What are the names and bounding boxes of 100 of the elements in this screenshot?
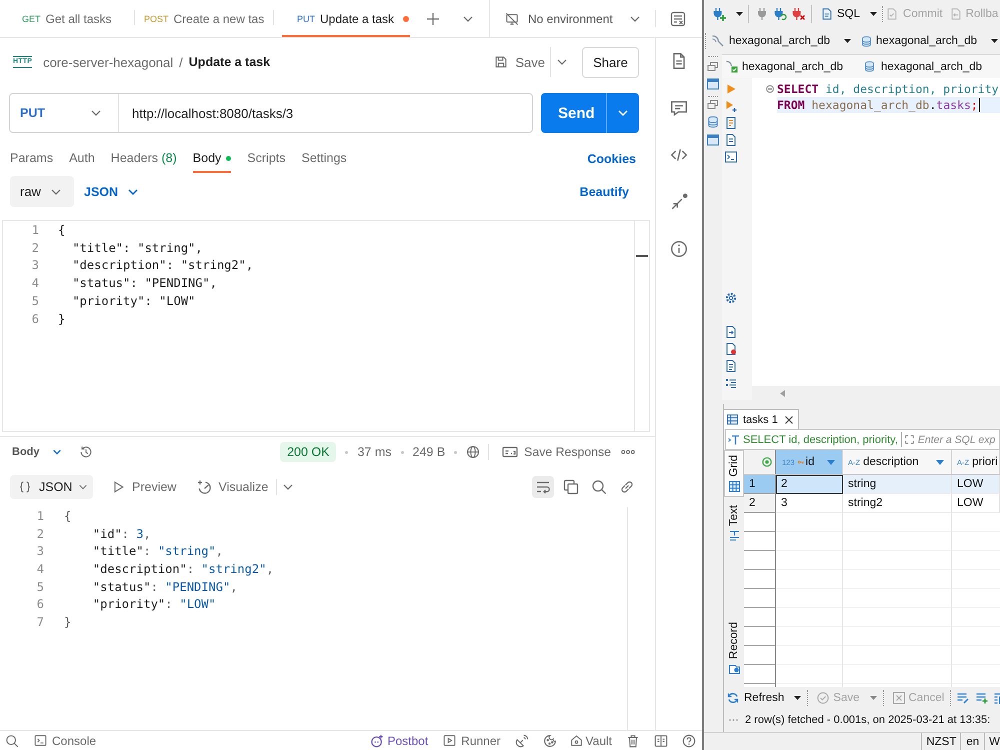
code-editor[interactable]: 1 { 2 "title": "string", 3 "description": "string2", 4 "status": "PENDING", 5 "priority": "LOW" 6 }	[2, 220, 650, 432]
window-icon[interactable]	[707, 78, 719, 90]
terminal-icon[interactable]	[725, 151, 737, 163]
braces-icon	[18, 480, 32, 494]
save-button[interactable]: Save	[494, 54, 545, 70]
save-response-button[interactable]: Save Response	[502, 444, 611, 460]
view-tab[interactable]: Text	[724, 500, 744, 546]
share-button[interactable]: Share	[582, 46, 639, 78]
table-cell: string	[843, 475, 952, 494]
history-icon[interactable]	[78, 445, 92, 459]
link-icon[interactable]	[619, 479, 635, 495]
code-line: "description": "string2",	[71, 258, 254, 272]
environment-dropdown[interactable]: No environment	[505, 12, 641, 26]
code-line: "title": "string",	[92, 544, 223, 558]
restore-icon[interactable]	[707, 99, 719, 111]
sort-caret-icon[interactable]	[936, 460, 944, 464]
line-number: 1	[30, 222, 39, 237]
database-tab[interactable]: hexagonal_arch_db	[864, 60, 982, 72]
send-button[interactable]: Send	[541, 93, 639, 133]
more-icon[interactable]	[621, 449, 635, 455]
database-icon[interactable]	[707, 116, 719, 128]
caret-icon[interactable]	[736, 12, 743, 16]
database-dropdown[interactable]: hexagonal_arch_db	[861, 35, 998, 47]
row-add-icon[interactable]	[976, 692, 988, 704]
search-icon[interactable]	[5, 734, 19, 748]
line-number: 7	[36, 614, 44, 629]
refresh-icon	[727, 692, 739, 704]
vault-button[interactable]: Vault	[570, 734, 612, 748]
close-icon[interactable]	[784, 416, 793, 424]
copy-icon[interactable]	[563, 479, 579, 495]
console-button[interactable]: Console	[34, 734, 96, 748]
row-number[interactable]: 1	[744, 475, 776, 494]
request-tab[interactable]: POST Create a new tas	[134, 0, 273, 37]
row-edit-icon[interactable]	[957, 692, 970, 704]
connection-tab[interactable]: hexagonal_arch_db	[725, 60, 844, 73]
collection-link[interactable]: core-server-hexagonal	[43, 54, 174, 70]
beautify-link[interactable]: Beautify	[580, 184, 629, 198]
gear-icon[interactable]	[725, 292, 737, 304]
window-icon[interactable]	[707, 134, 719, 146]
refresh-button[interactable]: Refresh	[727, 692, 784, 704]
response-section-dropdown[interactable]: Body	[12, 446, 62, 458]
code-line: }	[57, 312, 66, 326]
expand-icon[interactable]	[904, 435, 914, 444]
info-icon[interactable]	[670, 240, 688, 258]
filter-field[interactable]: SELECT id, description, priority, Enter a SQL exp	[725, 429, 1000, 450]
plus-icon[interactable]	[426, 12, 440, 26]
caret-icon[interactable]	[794, 696, 802, 700]
restore-icon[interactable]	[707, 61, 719, 73]
postbot-button[interactable]: Postbot	[370, 734, 428, 748]
request-section-tab[interactable]: Headers (8)	[110, 145, 177, 173]
document-icon[interactable]	[725, 134, 737, 146]
format-dropdown[interactable]: JSON	[84, 184, 140, 198]
satellite-dish-icon[interactable]	[514, 734, 529, 748]
collapse-arrows-icon[interactable]	[670, 193, 688, 211]
run-plus-icon[interactable]	[725, 100, 737, 112]
response-format-dropdown[interactable]: JSON	[10, 475, 93, 499]
caret-icon[interactable]	[870, 12, 878, 16]
select-all-icon[interactable]	[762, 457, 772, 467]
two-pane-icon[interactable]	[654, 734, 668, 748]
globe-icon[interactable]	[466, 445, 480, 459]
preview-button[interactable]: Preview	[111, 480, 176, 494]
help-icon[interactable]	[682, 734, 696, 748]
cookies-link[interactable]: Cookies	[587, 145, 636, 173]
line-number: 2	[30, 240, 39, 255]
request-section-tab[interactable]: Params	[10, 145, 54, 173]
ruler-mark	[636, 255, 648, 257]
plug-refresh-icon[interactable]	[773, 7, 787, 21]
body-mode-dropdown[interactable]: raw	[10, 176, 74, 207]
request-section-tab[interactable]: Body	[192, 145, 232, 173]
list-box-icon[interactable]	[670, 10, 686, 26]
plug-plus-icon[interactable]	[712, 7, 726, 21]
search-icon[interactable]	[591, 479, 607, 495]
view-tab[interactable]: Record	[724, 616, 744, 679]
cookie-icon[interactable]	[542, 734, 557, 748]
table-cell: LOW	[952, 475, 1000, 494]
script-icon[interactable]	[725, 117, 737, 129]
trash-icon[interactable]	[626, 734, 640, 748]
document-error-icon[interactable]	[725, 343, 737, 355]
wrap-lines-button[interactable]	[532, 476, 554, 498]
runner-button[interactable]: Runner	[443, 734, 501, 748]
connection-dropdown[interactable]: hexagonal_arch_db	[711, 34, 852, 48]
fold-icon[interactable]	[766, 85, 774, 93]
sql-line: SELECT id, description, priority	[777, 82, 999, 96]
request-tab[interactable]: GET Get all tasks	[0, 0, 134, 37]
document-icon[interactable]	[725, 360, 737, 372]
url-field[interactable]: http://localhost:8080/tasks/3	[119, 106, 294, 120]
request-section-tab[interactable]: Scripts	[247, 145, 286, 173]
export-icon[interactable]	[725, 326, 737, 338]
code-icon[interactable]	[670, 146, 688, 164]
view-tab[interactable]: Grid	[724, 450, 744, 497]
sql-editor-button[interactable]: SQL	[821, 8, 860, 20]
method-dropdown[interactable]: PUT	[10, 94, 119, 132]
visualize-button[interactable]: Visualize	[196, 479, 268, 495]
row-number[interactable]: 2	[744, 494, 776, 513]
request-section-tab[interactable]: Auth	[69, 145, 95, 173]
request-section-tab[interactable]: Settings	[302, 145, 347, 173]
comment-icon[interactable]	[670, 99, 688, 117]
outline-icon[interactable]	[725, 377, 737, 389]
plug-cross-icon[interactable]	[791, 7, 805, 21]
results-tab[interactable]: tasks 1	[723, 409, 799, 429]
